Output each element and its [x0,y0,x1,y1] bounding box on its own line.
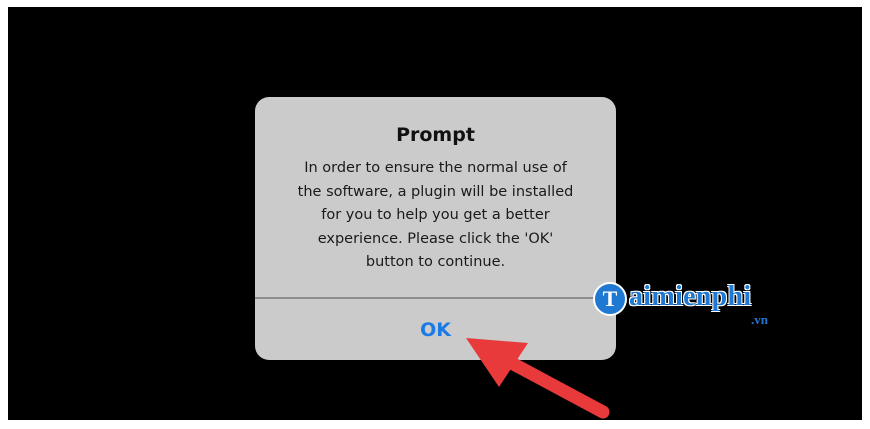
arrow-pointer-icon [466,338,610,419]
